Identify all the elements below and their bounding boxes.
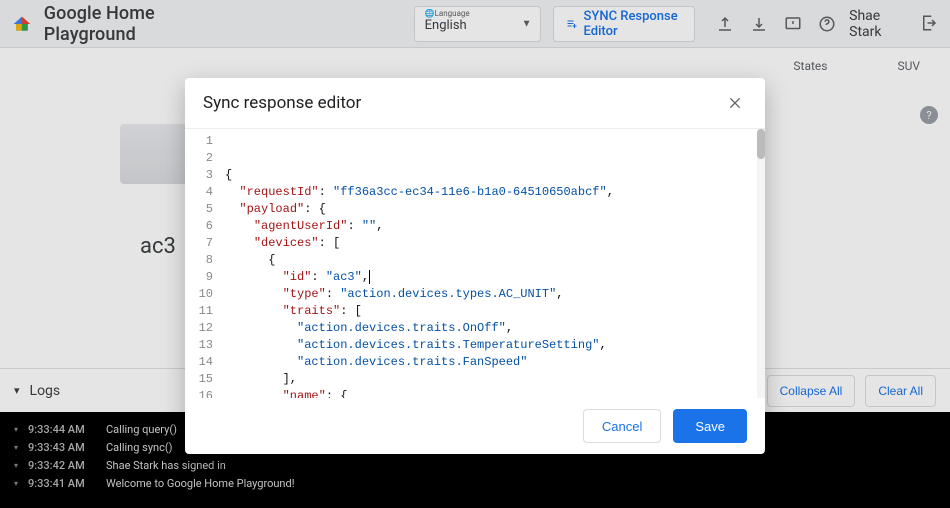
chevron-down-icon: ▾: [14, 479, 18, 488]
chevron-down-icon: ▾: [14, 425, 18, 434]
log-time: 9:33:44 AM: [28, 423, 96, 436]
collapse-all-button[interactable]: Collapse All: [767, 375, 856, 407]
signout-icon[interactable]: [920, 14, 938, 34]
chevron-down-icon: ▼: [522, 18, 532, 29]
language-value: English: [425, 18, 530, 33]
upload-icon[interactable]: [715, 14, 735, 34]
code-editor[interactable]: 12345678910111213141516 { "requestId": "…: [185, 128, 765, 398]
log-time: 9:33:41 AM: [28, 477, 96, 490]
code-area[interactable]: { "requestId": "ff36a3cc-ec34-11e6-b1a0-…: [219, 129, 765, 398]
log-time: 9:33:42 AM: [28, 459, 96, 472]
device-id-label: ac3: [140, 234, 176, 259]
username-label: Shae Stark: [849, 8, 900, 40]
sync-response-editor-button[interactable]: SYNC Response Editor: [553, 6, 696, 42]
logs-label: Logs: [30, 383, 61, 399]
sync-button-label: SYNC Response Editor: [584, 9, 683, 39]
chevron-down-icon: ▾: [14, 461, 18, 470]
scrollbar-thumb[interactable]: [757, 129, 765, 159]
chevron-down-icon[interactable]: ▾: [14, 384, 20, 397]
log-message: Calling query(): [106, 423, 177, 436]
cancel-button[interactable]: Cancel: [583, 409, 661, 443]
sync-response-editor-modal: Sync response editor 1234567891011121314…: [185, 78, 765, 454]
playlist-icon: [566, 16, 578, 32]
log-line[interactable]: ▾ 9:33:41 AM Welcome to Google Home Play…: [14, 474, 936, 492]
help-icon[interactable]: [817, 14, 837, 34]
log-message: Shae Stark has signed in: [106, 459, 226, 472]
save-button[interactable]: Save: [673, 409, 747, 443]
header: Google Home Playground 🌐Language English…: [0, 0, 950, 48]
scrollbar[interactable]: [757, 129, 765, 398]
download-icon[interactable]: [749, 14, 769, 34]
line-number-gutter: 12345678910111213141516: [185, 129, 219, 398]
log-time: 9:33:43 AM: [28, 441, 96, 454]
log-line[interactable]: ▾ 9:33:42 AM Shae Stark has signed in: [14, 456, 936, 474]
modal-title: Sync response editor: [203, 93, 361, 113]
feedback-icon[interactable]: [783, 14, 803, 34]
close-icon[interactable]: [723, 91, 747, 115]
tab-suv[interactable]: SUV: [897, 59, 920, 73]
language-selector[interactable]: 🌐Language English ▼: [414, 6, 541, 42]
google-home-logo: [12, 11, 32, 37]
chevron-down-icon: ▾: [14, 443, 18, 452]
log-message: Welcome to Google Home Playground!: [106, 477, 295, 490]
tab-states[interactable]: States: [793, 59, 827, 73]
log-message: Calling sync(): [106, 441, 172, 454]
language-label: 🌐Language: [425, 9, 530, 18]
header-icons: [715, 14, 837, 34]
app-title: Google Home Playground: [44, 3, 202, 45]
help-badge-icon[interactable]: ?: [920, 106, 938, 124]
clear-all-button[interactable]: Clear All: [865, 375, 936, 407]
